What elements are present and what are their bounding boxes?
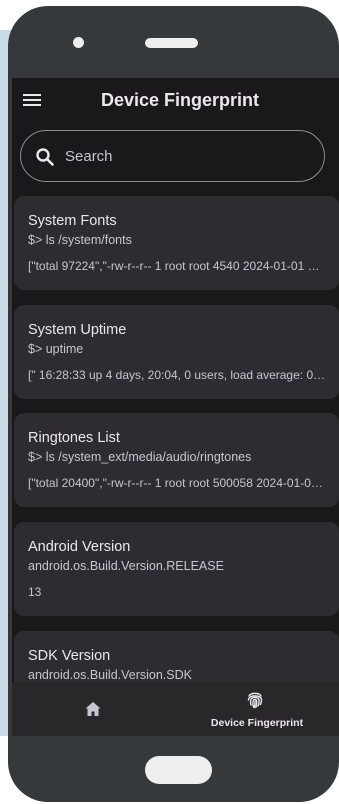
home-button[interactable] (145, 756, 212, 784)
page-title: Device Fingerprint (101, 90, 260, 110)
card-ringtones-list[interactable]: Ringtones List $> ls /system_ext/media/a… (14, 413, 339, 507)
card-title: System Fonts (28, 213, 117, 229)
nav-item-home[interactable] (12, 682, 175, 736)
search-placeholder: Search (65, 148, 113, 165)
search-icon (35, 147, 55, 167)
nav-item-device-fingerprint[interactable]: Device Fingerprint (175, 682, 339, 736)
card-output: [" 16:28:33 up 4 days, 20:04, 0 users, l… (28, 368, 326, 382)
front-camera (73, 37, 84, 48)
fingerprint-icon (245, 690, 265, 710)
card-title: SDK Version (28, 648, 111, 664)
card-command: $> ls /system/fonts (28, 233, 132, 247)
device-mockup-stage: Device Fingerprint Search System Fonts $… (0, 0, 339, 804)
home-icon (84, 700, 102, 718)
card-android-version[interactable]: Android Version android.os.Build.Version… (14, 522, 339, 616)
card-output: ["total 97224","-rw-r--r-- 1 root root 4… (28, 259, 326, 273)
top-app-bar: Device Fingerprint (12, 78, 339, 122)
nav-item-label: Device Fingerprint (210, 717, 304, 729)
card-command: $> uptime (28, 342, 84, 356)
app-screen: Device Fingerprint Search System Fonts $… (12, 78, 339, 736)
card-title: System Uptime (28, 322, 127, 338)
card-command: android.os.Build.Version.RELEASE (28, 559, 224, 573)
search-input[interactable]: Search (20, 130, 325, 182)
card-system-uptime[interactable]: System Uptime $> uptime [" 16:28:33 up 4… (14, 305, 339, 399)
card-system-fonts[interactable]: System Fonts $> ls /system/fonts ["total… (14, 196, 339, 290)
earpiece-speaker (145, 38, 198, 48)
hamburger-menu-icon[interactable] (20, 88, 44, 112)
card-command: $> ls /system_ext/media/audio/ringtones (28, 450, 252, 464)
phone-frame: Device Fingerprint Search System Fonts $… (8, 6, 339, 802)
card-output: ["total 20400","-rw-r--r-- 1 root root 5… (28, 476, 326, 490)
bottom-navigation-bar: Device Fingerprint (12, 682, 339, 736)
card-output: 13 (28, 585, 42, 599)
card-command: android.os.Build.Version.SDK (28, 668, 192, 682)
card-title: Android Version (28, 539, 131, 555)
card-title: Ringtones List (28, 430, 120, 446)
